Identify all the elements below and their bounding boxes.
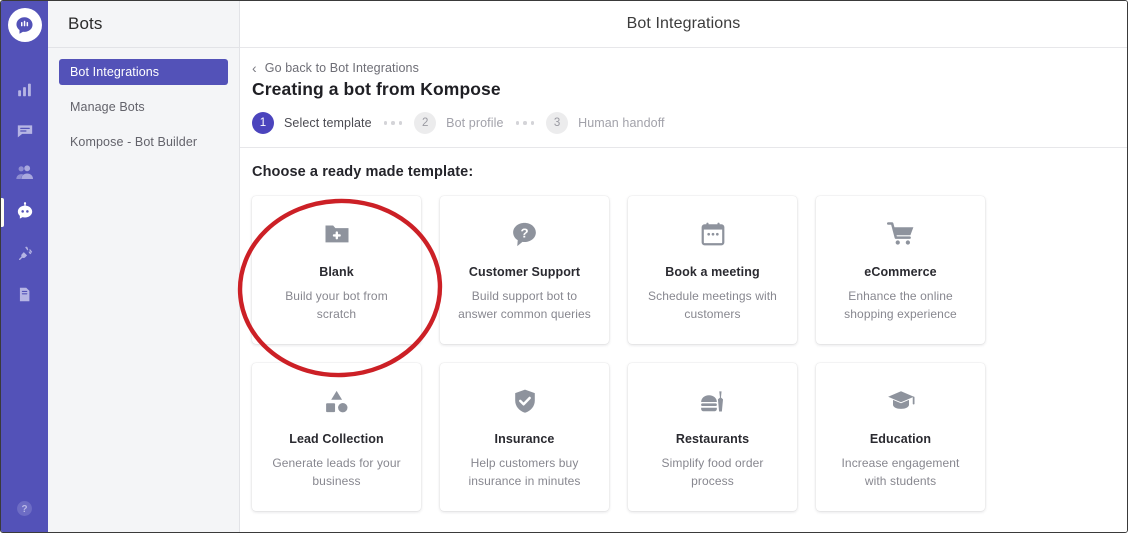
page-title: Creating a bot from Kompose <box>252 79 501 99</box>
sidebar-item-bots[interactable] <box>1 192 48 233</box>
breadcrumb-label: Go back to Bot Integrations <box>264 61 419 75</box>
card-title: Restaurants <box>675 432 750 447</box>
shield-check-icon <box>514 389 535 413</box>
step-number: 2 <box>414 112 437 134</box>
sidebar-item-kompose-bot-builder[interactable]: Kompose - Bot Builder <box>59 129 228 155</box>
card-icon <box>699 217 727 251</box>
sidebar-item-users[interactable] <box>1 151 48 192</box>
sidebar-item-integrations[interactable] <box>1 233 48 274</box>
step-label: Select template <box>284 116 372 130</box>
card-description: Build your bot from scratch <box>285 289 388 321</box>
card-description: Help customers buy insurance in minutes <box>468 456 581 488</box>
card-description: Generate leads for your business <box>272 456 401 488</box>
card-title: Customer Support <box>468 265 581 280</box>
chevron-left-icon: ‹ <box>252 59 257 76</box>
template-card-restaurants[interactable]: Restaurants Simplify food order process <box>628 363 797 511</box>
template-card-ecommerce[interactable]: eCommerce Enhance the online shopping ex… <box>816 196 985 344</box>
templates-section: Choose a ready made template: Blank Buil… <box>240 148 1127 511</box>
wizard-header: ‹ Go back to Bot Integrations Creating a… <box>240 48 1127 148</box>
icon-rail: ? <box>1 1 48 532</box>
card-icon: ? <box>510 217 539 251</box>
sidebar-item-bot-integrations[interactable]: Bot Integrations <box>59 59 228 85</box>
card-description: Enhance the online shopping experience <box>844 289 957 321</box>
template-grid: Blank Build your bot from scratch ? Cust… <box>252 196 1127 511</box>
card-icon <box>322 384 351 418</box>
food-burger-icon <box>701 390 724 412</box>
page-header-title: Bot Integrations <box>626 15 741 32</box>
sidebar-item-analytics[interactable] <box>1 69 48 110</box>
breadcrumb[interactable]: ‹ Go back to Bot Integrations <box>252 59 1127 76</box>
help-button[interactable]: ? <box>1 499 48 518</box>
step-divider-dots <box>383 121 403 125</box>
step-label: Bot profile <box>446 116 504 130</box>
conversations-chat-icon <box>17 124 32 137</box>
card-icon <box>511 384 539 418</box>
content-area: ‹ Go back to Bot Integrations Creating a… <box>240 48 1127 532</box>
kommunicate-logo-icon <box>16 16 33 34</box>
card-description: Schedule meetings with customers <box>648 289 777 321</box>
step-label: Human handoff <box>578 116 665 130</box>
docs-file-icon <box>19 287 30 302</box>
wizard-stepper: 1 Select template 2 Bot profile 3 Human … <box>252 112 1127 134</box>
card-description: Build support bot to answer common queri… <box>458 289 591 321</box>
shapes-icon <box>326 390 348 412</box>
users-icon <box>15 164 33 179</box>
main-area: Bot Integrations ‹ Go back to Bot Integr… <box>240 1 1127 532</box>
sidebar-item-docs[interactable] <box>1 274 48 315</box>
step-human-handoff[interactable]: 3 Human handoff <box>546 112 665 134</box>
step-bot-profile[interactable]: 2 Bot profile <box>414 112 503 134</box>
graduation-cap-icon <box>887 391 914 409</box>
card-icon <box>886 384 916 418</box>
card-title: Insurance <box>494 432 555 447</box>
template-card-customer-support[interactable]: ? Customer Support Build support bot to … <box>440 196 609 344</box>
app-window: ? Bots Bot Integrations Manage Bots Komp… <box>0 0 1128 533</box>
analytics-bar-chart-icon <box>18 83 31 97</box>
card-title: Education <box>869 432 932 447</box>
step-select-template[interactable]: 1 Select template <box>252 112 372 134</box>
step-number: 1 <box>252 112 274 134</box>
help-question-icon: ? <box>17 501 32 516</box>
templates-heading: Choose a ready made template: <box>252 164 474 180</box>
card-title: Lead Collection <box>289 432 384 447</box>
bot-robot-icon <box>17 202 33 219</box>
sidebar-item-conversations[interactable] <box>1 110 48 151</box>
svg-text:?: ? <box>520 225 528 240</box>
template-card-blank[interactable]: Blank Build your bot from scratch <box>252 196 421 344</box>
folder-plus-icon <box>325 225 348 243</box>
question-chat-icon: ? <box>513 222 536 246</box>
template-card-education[interactable]: Education Increase engagement with stude… <box>816 363 985 511</box>
integrations-plug-icon <box>18 245 32 260</box>
card-icon <box>698 384 727 418</box>
bots-sidebar: Bots Bot Integrations Manage Bots Kompos… <box>48 1 240 532</box>
step-divider-dots <box>515 121 535 125</box>
card-title: Book a meeting <box>665 265 760 280</box>
rail-nav <box>1 69 48 315</box>
svg-text:?: ? <box>21 504 27 515</box>
template-card-lead-collection[interactable]: Lead Collection Generate leads for your … <box>252 363 421 511</box>
card-icon <box>886 217 916 251</box>
shopping-cart-icon <box>886 222 913 245</box>
top-header: Bot Integrations <box>240 1 1127 48</box>
calendar-icon <box>701 222 724 246</box>
app-logo[interactable] <box>7 8 42 42</box>
card-title: Blank <box>319 265 354 280</box>
step-number: 3 <box>546 112 569 134</box>
sidebar-nav: Bot Integrations Manage Bots Kompose - B… <box>48 48 239 164</box>
sidebar-item-manage-bots[interactable]: Manage Bots <box>59 94 228 120</box>
card-description: Simplify food order process <box>661 456 764 488</box>
card-title: eCommerce <box>864 265 937 280</box>
template-card-insurance[interactable]: Insurance Help customers buy insurance i… <box>440 363 609 511</box>
template-card-book-a-meeting[interactable]: Book a meeting Schedule meetings with cu… <box>628 196 797 344</box>
sidebar-title: Bots <box>48 1 239 48</box>
card-icon <box>322 217 352 251</box>
card-description: Increase engagement with students <box>841 456 960 488</box>
